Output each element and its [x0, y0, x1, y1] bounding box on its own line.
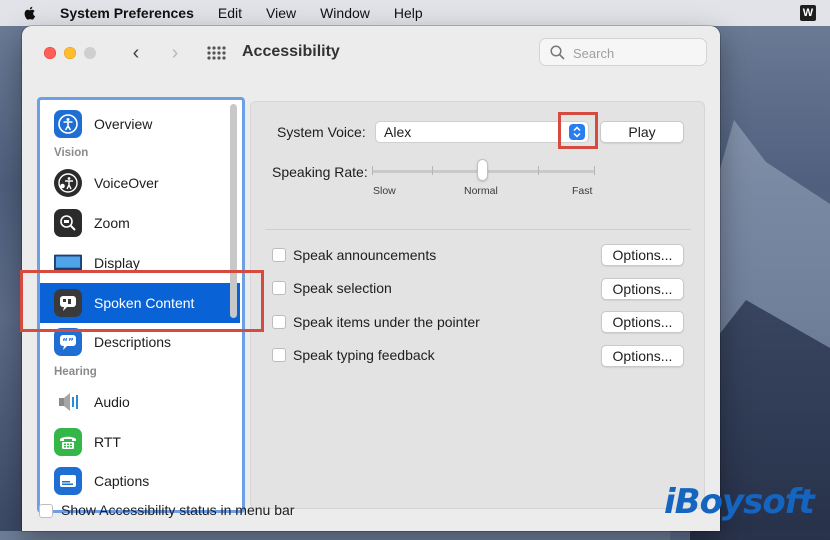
show-all-grid-icon[interactable] — [206, 45, 226, 61]
window-titlebar: ‹ › Accessibility — [22, 26, 720, 80]
slider-tick — [432, 166, 433, 175]
zoom-button[interactable] — [84, 47, 96, 59]
highlight-voice-stepper — [558, 112, 598, 149]
minimize-button[interactable] — [64, 47, 76, 59]
sidebar-header-hearing: Hearing — [54, 366, 97, 378]
rate-fast-label: Fast — [572, 185, 593, 197]
system-voice-select[interactable]: Alex — [375, 121, 589, 143]
menu-view[interactable]: View — [266, 5, 296, 21]
speak-announcements-checkbox[interactable] — [272, 248, 286, 262]
menu-window[interactable]: Window — [320, 5, 370, 21]
descriptions-icon: “” — [54, 328, 82, 356]
sidebar-item-label: Overview — [94, 116, 153, 132]
watermark-logo: iBoysoft — [664, 482, 815, 522]
speak-announcements-label: Speak announcements — [293, 247, 437, 263]
menu-app-name[interactable]: System Preferences — [60, 5, 194, 21]
menu-edit[interactable]: Edit — [218, 5, 242, 21]
sidebar-item-overview[interactable]: Overview — [40, 104, 240, 144]
system-voice-label: System Voice: — [277, 124, 366, 140]
speak-pointer-checkbox[interactable] — [272, 315, 286, 329]
speak-pointer-options-button[interactable]: Options... — [601, 311, 684, 333]
back-button[interactable]: ‹ — [126, 41, 146, 65]
voiceover-icon — [54, 169, 82, 197]
speak-announcements-options-button[interactable]: Options... — [601, 244, 684, 266]
menu-bar: System Preferences Edit View Window Help… — [0, 0, 830, 26]
sidebar-item-zoom[interactable]: Zoom — [40, 203, 240, 243]
accessibility-icon — [54, 110, 82, 138]
speaking-rate-label: Speaking Rate: — [272, 164, 368, 180]
close-button[interactable] — [44, 47, 56, 59]
sidebar-item-voiceover[interactable]: VoiceOver — [40, 163, 240, 203]
rtt-icon — [54, 428, 82, 456]
sidebar-header-vision: Vision — [54, 147, 89, 159]
sidebar-item-label: Descriptions — [94, 334, 172, 350]
slider-tick — [594, 166, 595, 175]
sidebar-item-label: VoiceOver — [94, 175, 159, 191]
speak-selection-label: Speak selection — [293, 280, 392, 296]
menu-help[interactable]: Help — [394, 5, 423, 21]
slider-tick — [372, 166, 373, 175]
sidebar-item-label: Zoom — [94, 215, 130, 231]
slider-tick — [538, 166, 539, 175]
zoom-icon — [54, 209, 82, 237]
search-input[interactable] — [571, 43, 705, 63]
captions-icon — [54, 467, 82, 495]
sidebar-item-label: Audio — [94, 394, 130, 410]
search-icon — [550, 45, 565, 60]
sidebar-item-label: Captions — [94, 473, 150, 489]
speak-selection-checkbox[interactable] — [272, 281, 286, 295]
speak-typing-label: Speak typing feedback — [293, 347, 435, 363]
system-voice-value: Alex — [384, 124, 412, 140]
sidebar-item-label: RTT — [94, 434, 121, 450]
forward-button[interactable]: › — [165, 41, 185, 65]
search-field[interactable] — [539, 38, 707, 66]
rate-normal-label: Normal — [464, 185, 498, 197]
svg-text:“”: “” — [62, 338, 74, 348]
rate-slow-label: Slow — [373, 185, 396, 197]
speak-selection-options-button[interactable]: Options... — [601, 278, 684, 300]
window-title: Accessibility — [242, 43, 340, 60]
audio-icon — [54, 388, 82, 416]
sidebar-item-label: Display — [94, 255, 140, 271]
highlight-spoken-content — [20, 270, 264, 332]
apple-icon[interactable] — [22, 5, 38, 21]
spoken-content-panel: System Voice: Alex Play Speaking Rate: S… — [250, 101, 705, 509]
show-status-checkbox[interactable] — [39, 504, 53, 518]
show-status-label: Show Accessibility status in menu bar — [61, 502, 295, 518]
speak-pointer-label: Speak items under the pointer — [293, 314, 480, 330]
divider — [265, 229, 691, 230]
sidebar-item-rtt[interactable]: RTT — [40, 422, 240, 462]
speak-typing-checkbox[interactable] — [272, 348, 286, 362]
word-app-icon[interactable]: W — [800, 5, 816, 21]
sidebar-item-captions[interactable]: Captions — [40, 461, 240, 501]
play-button[interactable]: Play — [600, 121, 684, 143]
sidebar-item-audio[interactable]: Audio — [40, 382, 240, 422]
speaking-rate-knob[interactable] — [477, 159, 488, 181]
speak-typing-options-button[interactable]: Options... — [601, 345, 684, 367]
